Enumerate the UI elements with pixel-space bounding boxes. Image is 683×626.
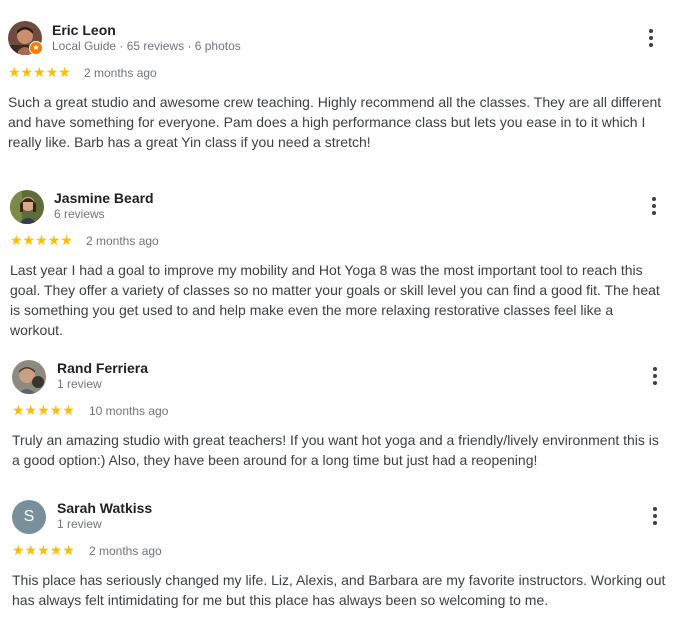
review-date: 10 months ago <box>89 404 169 418</box>
reviewer-name[interactable]: Jasmine Beard <box>54 190 154 206</box>
reviewer-name[interactable]: Eric Leon <box>52 22 116 38</box>
review-date: 2 months ago <box>86 234 159 248</box>
review-date: 2 months ago <box>89 544 162 558</box>
reviewer-meta: 1 review <box>57 377 102 391</box>
more-vert-icon <box>652 197 656 201</box>
review-text: Last year I had a goal to improve my mob… <box>10 262 660 338</box>
more-vert-icon <box>649 29 653 33</box>
star-rating: ★★★★★ <box>10 232 73 248</box>
avatar[interactable]: S <box>12 500 46 534</box>
reviewer-meta: Local Guide · 65 reviews · 6 photos <box>52 39 241 53</box>
star-rating: ★★★★★ <box>8 64 71 80</box>
more-options-button[interactable] <box>641 26 661 50</box>
review-text: Such a great studio and awesome crew tea… <box>8 94 662 150</box>
reviewer-meta: 6 reviews <box>54 207 105 221</box>
review-text: This place has seriously changed my life… <box>12 572 666 608</box>
more-vert-icon <box>653 367 657 371</box>
avatar[interactable] <box>12 360 46 394</box>
more-options-button[interactable] <box>644 194 664 218</box>
review-date: 2 months ago <box>84 66 157 80</box>
more-vert-icon <box>653 507 657 511</box>
reviewer-name[interactable]: Sarah Watkiss <box>57 500 152 516</box>
review-text: Truly an amazing studio with great teach… <box>12 432 659 468</box>
more-options-button[interactable] <box>645 504 665 528</box>
local-guide-badge-icon: ★ <box>29 41 43 55</box>
more-options-button[interactable] <box>645 364 665 388</box>
avatar[interactable] <box>10 190 44 224</box>
reviewer-meta: 1 review <box>57 517 102 531</box>
star-rating: ★★★★★ <box>12 402 75 418</box>
review-card: ★ Eric Leon Local Guide · 65 reviews · 6… <box>0 0 683 170</box>
reviewer-name[interactable]: Rand Ferriera <box>57 360 148 376</box>
star-rating: ★★★★★ <box>12 542 75 558</box>
